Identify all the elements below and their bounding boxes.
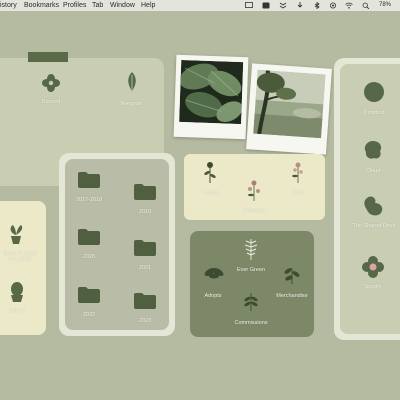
leaves-merchandise-icon[interactable] [284, 264, 300, 284]
todo-label: Todo [292, 190, 304, 196]
spotify-label: Spotify [364, 284, 382, 290]
folder-label: 2017-2018 [75, 197, 103, 203]
dropbox-label: Dropbox [363, 110, 385, 116]
cast-icon[interactable] [262, 2, 270, 9]
folder-icon[interactable] [78, 286, 100, 303]
menu-help[interactable]: Help [141, 0, 155, 11]
photo-leaves [173, 54, 249, 140]
spotify-flower-icon[interactable] [362, 256, 384, 278]
folder-label: 2020 [82, 254, 96, 260]
photo-leaves-image [179, 59, 244, 125]
photo-forest [246, 63, 332, 155]
calendar-label: Calendar [242, 208, 266, 214]
commissions-label: Commissions [234, 320, 268, 326]
cloud-icon[interactable] [363, 140, 383, 160]
flower-calendar-icon[interactable] [246, 179, 262, 201]
flower-things-icon[interactable] [203, 161, 217, 183]
telegram-icon[interactable] [124, 71, 140, 93]
folder-label: 2022 [82, 312, 96, 318]
dinner-label: Dinner [8, 308, 26, 314]
cactus-icon[interactable] [8, 281, 26, 303]
leaves-adopts-icon[interactable] [204, 264, 224, 282]
book-projects-label: Book Projects Pre 2023 [3, 251, 37, 263]
shared-drive-icon[interactable] [363, 195, 385, 217]
download-icon[interactable] [296, 2, 304, 9]
battery-percent: 78% [379, 2, 392, 8]
left-panel [0, 201, 46, 335]
folder-label: 2023 [138, 318, 152, 324]
focus-icon[interactable] [329, 2, 337, 9]
folder-icon[interactable] [78, 171, 100, 188]
evergreen-label: Ever Green [236, 267, 266, 273]
menu-history[interactable]: istory [0, 0, 17, 11]
photo-forest-image [253, 69, 326, 139]
discord-icon[interactable] [40, 72, 62, 94]
folder-label: 2021 [138, 265, 152, 271]
things-label: Things [201, 190, 219, 196]
flower-todo-icon[interactable] [291, 161, 305, 183]
menu-bookmarks[interactable]: Bookmarks [24, 0, 59, 11]
merchandise-label: Merchandise [276, 293, 308, 299]
dropbox-menu-icon[interactable] [279, 2, 287, 9]
wifi-icon[interactable] [345, 2, 353, 9]
menu-window[interactable]: Window [110, 0, 135, 11]
menu-bar: istory Bookmarks Profiles Tab Window Hel… [0, 0, 400, 11]
folder-icon[interactable] [78, 228, 100, 245]
screen-icon[interactable] [245, 2, 253, 9]
shared-drive-label: The Shared Drive [352, 223, 396, 229]
menu-profiles[interactable]: Profiles [63, 0, 86, 11]
plant-pot-icon[interactable] [6, 223, 26, 245]
dropbox-icon[interactable] [364, 82, 384, 102]
discord-label: Discord [41, 99, 61, 105]
folder-icon[interactable] [134, 292, 156, 309]
adopts-label: Adopts [204, 293, 222, 299]
cloud-label: Cloud [365, 168, 381, 174]
folder-label: 2019 [138, 209, 152, 215]
folder-icon[interactable] [134, 239, 156, 256]
search-icon[interactable] [362, 2, 370, 9]
telegram-label: Telegram [119, 101, 143, 107]
menu-tab[interactable]: Tab [92, 0, 103, 11]
folder-icon[interactable] [134, 183, 156, 200]
fern-icon[interactable] [244, 238, 258, 260]
bluetooth-icon[interactable] [313, 2, 321, 9]
tape-strip [28, 52, 68, 62]
leaves-commissions-icon[interactable] [244, 291, 258, 311]
